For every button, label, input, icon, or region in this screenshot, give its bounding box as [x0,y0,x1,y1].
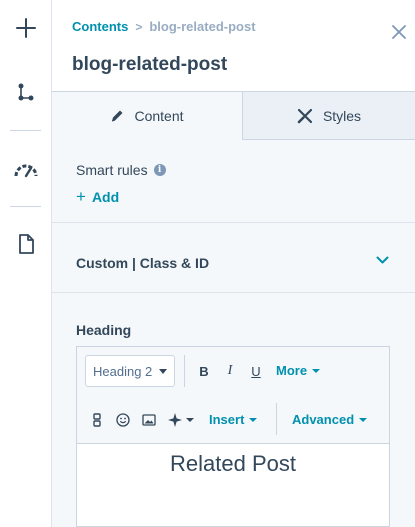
token-icon [93,413,101,427]
custom-class-id-toggle[interactable]: Custom | Class & ID [52,223,415,293]
smart-rules-section: Smart rules i + Add [52,140,415,223]
tab-content[interactable]: Content [52,92,243,140]
module-edit-panel: Contents > blog-related-post blog-relate… [52,0,415,527]
heading-field-label: Heading [76,322,132,338]
caret-down-icon [186,418,194,422]
page-settings-button[interactable] [0,224,51,264]
breadcrumb-current: blog-related-post [149,19,256,34]
info-icon[interactable]: i [153,164,166,176]
smart-rules-text: Smart rules [76,162,148,178]
plus-icon [15,18,36,38]
smart-rules-label: Smart rules i [76,162,166,178]
tree-icon [18,83,33,101]
ai-assistant-button[interactable] [165,410,197,430]
smiley-icon [116,413,130,427]
brush-icon [297,108,313,123]
heading-rich-text-editor[interactable]: Heading 2 B I U More Insert Advanced Rel… [76,346,390,527]
emoji-button[interactable] [113,410,133,430]
rail-divider [10,130,41,131]
chevron-down-icon [376,256,389,264]
toolbar-divider [276,403,277,435]
tab-content-label: Content [134,108,184,124]
more-menu-label: More [276,363,308,378]
caret-down-icon [159,369,167,374]
breadcrumb-contents-link[interactable]: Contents [72,19,128,34]
caret-down-icon [312,368,321,373]
bold-button[interactable]: B [194,361,214,381]
close-panel-button[interactable] [389,22,409,42]
panel-tabs: Content Styles [52,92,415,140]
panel-header: Contents > blog-related-post blog-relate… [52,0,415,92]
insert-menu-button[interactable]: Insert [209,412,258,427]
left-rail [0,0,52,527]
page-tree-button[interactable] [0,72,51,112]
panel-body: Smart rules i + Add Custom | Class & ID … [52,140,415,527]
breadcrumb-separator: > [135,19,143,34]
add-smart-rule-button[interactable]: + Add [76,187,120,206]
rail-divider [10,206,41,207]
plus-icon: + [76,187,86,206]
toolbar-divider [184,355,185,387]
sparkle-icon [168,413,182,427]
gauge-icon [14,164,37,178]
italic-button[interactable]: I [220,361,240,381]
heading-style-value: Heading 2 [93,363,153,379]
panel-title: blog-related-post [72,54,228,75]
advanced-menu-label: Advanced [292,412,355,427]
document-icon [18,234,34,254]
insert-menu-label: Insert [209,412,245,427]
pencil-icon [112,110,123,122]
custom-class-id-label: Custom | Class & ID [76,255,210,271]
caret-down-icon [359,417,368,422]
editor-toolbar: Heading 2 B I U More Insert Advanced [77,347,389,444]
add-smart-rule-label: Add [91,189,120,205]
personalization-token-button[interactable] [87,410,107,430]
breadcrumb: Contents > blog-related-post [72,19,256,34]
advanced-menu-button[interactable]: Advanced [292,412,368,427]
tab-styles[interactable]: Styles [243,92,415,140]
tab-styles-label: Styles [322,107,362,124]
image-icon [142,414,156,426]
close-icon [392,25,406,39]
heading-content-text[interactable]: Related Post [77,451,389,477]
more-menu-button[interactable]: More [276,363,321,378]
add-module-button[interactable] [0,8,51,48]
heading-style-select[interactable]: Heading 2 [85,355,175,387]
insert-image-button[interactable] [139,410,159,430]
underline-button[interactable]: U [246,361,266,381]
caret-down-icon [249,417,258,422]
optimize-button[interactable] [0,150,51,190]
